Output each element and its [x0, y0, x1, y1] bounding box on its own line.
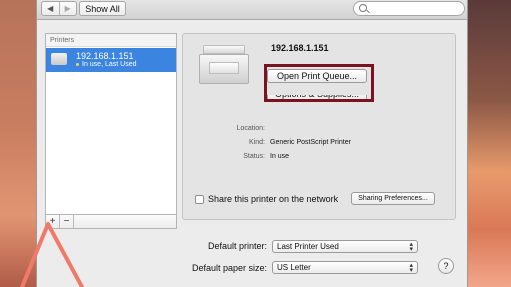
- list-controls: + −: [45, 215, 177, 229]
- default-printer-label: Default printer:: [207, 241, 267, 251]
- search-icon: [359, 4, 367, 12]
- info-value: In use: [270, 152, 290, 160]
- printer-tray-part: [209, 62, 239, 74]
- show-all-button[interactable]: Show All: [79, 1, 126, 16]
- info-label: Status:: [243, 152, 265, 160]
- toolbar: ◀ ▶ Show All: [37, 0, 467, 20]
- printers-preferences-window: ◀ ▶ Show All Printers 192.168.1.151 In u…: [36, 0, 468, 287]
- help-button[interactable]: ?: [438, 258, 454, 274]
- printers-list: Printers 192.168.1.151 In use, Last Used: [45, 33, 177, 215]
- share-checkbox[interactable]: [195, 194, 204, 204]
- info-label: Location:: [236, 124, 265, 132]
- default-printer-popup[interactable]: Last Printer Used ▴ ▾: [272, 240, 418, 253]
- back-icon[interactable]: ◀: [42, 2, 59, 15]
- printer-details-panel: 192.168.1.151 Options & Supplies... Open…: [182, 33, 456, 220]
- default-printer-value: Last Printer Used: [277, 242, 339, 251]
- popup-arrows-icon: ▴ ▾: [409, 262, 413, 274]
- printer-top-part: [203, 45, 245, 54]
- remove-printer-button[interactable]: −: [60, 215, 74, 228]
- share-printer-toggle[interactable]: Share this printer on the network: [195, 194, 338, 204]
- printer-item-status: In use, Last Used: [76, 61, 136, 68]
- paper-size-value: US Letter: [277, 263, 311, 272]
- add-printer-button[interactable]: +: [46, 215, 60, 228]
- info-value: Generic PostScript Printer: [270, 138, 351, 146]
- share-label: Share this printer on the network: [208, 194, 339, 204]
- status-dot-icon: [76, 63, 79, 66]
- info-row-location: Location:: [223, 121, 443, 135]
- printer-thumbnail-icon: [51, 53, 67, 65]
- nav-segment: ◀ ▶: [41, 1, 77, 16]
- paper-size-label: Default paper size:: [191, 263, 267, 273]
- desktop-left: [0, 0, 40, 287]
- search-field[interactable]: [353, 1, 465, 16]
- printer-name: 192.168.1.151: [271, 43, 329, 53]
- printer-item-status-text: In use, Last Used: [82, 61, 137, 68]
- desktop-right: [466, 0, 511, 287]
- annotation-highlight-box: [264, 64, 374, 102]
- popup-arrows-icon: ▴ ▾: [409, 241, 413, 253]
- info-row-status: Status: In use: [223, 149, 443, 163]
- printer-item-name: 192.168.1.151: [76, 51, 134, 61]
- printer-info: Location: Kind: Generic PostScript Print…: [223, 121, 443, 163]
- printers-list-header: Printers: [46, 34, 176, 47]
- printer-icon: [199, 42, 249, 86]
- paper-size-popup[interactable]: US Letter ▴ ▾: [272, 261, 418, 274]
- sharing-preferences-button[interactable]: Sharing Preferences...: [351, 192, 435, 205]
- info-label: Kind:: [249, 138, 265, 146]
- forward-icon[interactable]: ▶: [58, 2, 77, 15]
- printer-list-item[interactable]: 192.168.1.151 In use, Last Used: [46, 48, 176, 72]
- info-row-kind: Kind: Generic PostScript Printer: [223, 135, 443, 149]
